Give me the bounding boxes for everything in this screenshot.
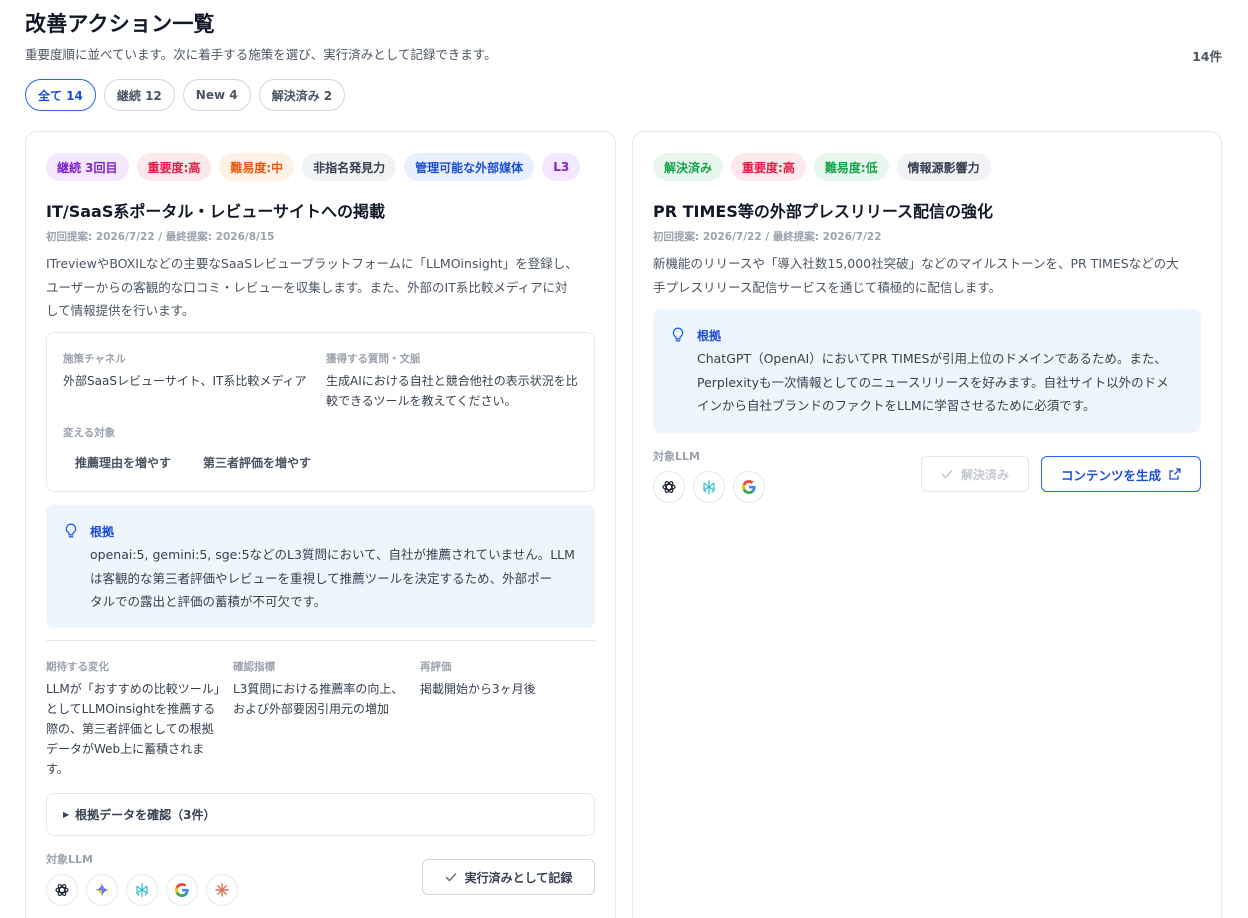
metric-label: 確認指標 (233, 661, 275, 673)
basis-box: 根拠 ChatGPT（OpenAI）においてPR TIMESが引用上位のドメイン… (653, 309, 1201, 433)
filter-all[interactable]: 全て 14 (25, 79, 96, 111)
llm-label: 対象LLM (653, 450, 700, 463)
expected-line: 際の、第三者評価としての根拠 (46, 722, 214, 736)
basis-line: Perplexityも一次情報としてのニュースリリースを好みます。自社サイト以外… (697, 374, 1169, 390)
card-description: 新機能のリリースや「導入社数15,000社突破」などのマイルストーンを、PR T… (653, 252, 1179, 299)
chatgpt-icon (46, 874, 78, 906)
caret-right-icon: ▶ (63, 810, 70, 819)
channel-label: 施策チャネル (63, 353, 126, 365)
generate-content-button[interactable]: コンテンツを生成 (1041, 456, 1201, 492)
filter-bar: 全て 14 継続 12 New 4 解決済み 2 (25, 79, 346, 111)
details-box: 施策チャネル 外部SaaSレビューサイト、IT系比較メディア 獲得する質問・文脈… (46, 332, 595, 492)
basis-line: インから自社ブランドのファクトをLLMに学習させるために必須です。 (697, 398, 1096, 413)
expected-label: 期待する変化 (46, 661, 109, 673)
description-line: 手プレスリリース配信サービスを通じて積極的に配信します。 (653, 279, 1002, 295)
description-line: ITreviewやBOXILなどの主要なSaaSレビュープラットフォームに「LL… (46, 256, 578, 271)
check-icon (445, 872, 457, 882)
review-value: 掲載開始から3ヶ月後 (420, 682, 536, 696)
media-badge: 管理可能な外部媒体 (404, 153, 535, 181)
llm-list (653, 471, 765, 503)
status-badge: 解決済み (653, 153, 724, 181)
basis-text: openai:5, gemini:5, sge:5などのL3質問において、自社が… (90, 543, 575, 614)
llm-list (46, 874, 238, 906)
evidence-toggle-label: 根拠データを確認（3件） (75, 808, 216, 822)
perplexity-icon (126, 874, 158, 906)
expected-line: としてLLMOinsightを推薦する (46, 702, 216, 716)
metric-value: L3質問における推薦率の向上、 および外部要因引用元の増加 (233, 679, 403, 719)
action-card: 解決済み 重要度:高 難易度:低 情報源影響力 PR TIMES等の外部プレスリ… (632, 131, 1222, 918)
lightbulb-icon (65, 523, 77, 538)
basis-title: 根拠 (697, 329, 722, 343)
review-label: 再評価 (420, 661, 452, 673)
external-link-icon (1169, 468, 1181, 480)
google-icon (733, 471, 765, 503)
card-dates: 初回提案: 2026/7/22 / 最終提案: 2026/8/15 (46, 231, 275, 243)
metric-line: L3質問における推薦率の向上、 (233, 682, 404, 696)
description-line: 新機能のリリースや「導入社数15,000社突破」などのマイルストーンを、PR T… (653, 256, 1179, 271)
evidence-toggle[interactable]: ▶ 根拠データを確認（3件） (46, 793, 595, 836)
card-dates: 初回提案: 2026/7/22 / 最終提案: 2026/7/22 (653, 231, 882, 243)
action-card: 継続 3回目 重要度:高 難易度:中 非指名発見力 管理可能な外部媒体 L3 I… (25, 131, 616, 918)
page-title: 改善アクション一覧 (25, 12, 215, 36)
resolved-button[interactable]: 解決済み (921, 456, 1029, 492)
question-value: 生成AIにおける自社と競合他社の表示状況を比 較できるツールを教えてください。 (326, 371, 578, 411)
metric-line: および外部要因引用元の増加 (233, 702, 390, 716)
claude-icon (206, 874, 238, 906)
basis-line: openai:5, gemini:5, sge:5などのL3質問において、自社が… (90, 547, 575, 562)
target-chip: 第三者評価を増やす (203, 456, 312, 470)
card-title: IT/SaaS系ポータル・レビューサイトへの掲載 (46, 202, 386, 221)
priority-badge: 重要度:高 (731, 153, 806, 181)
expected-line: す。 (46, 762, 69, 776)
basis-text: ChatGPT（OpenAI）においてPR TIMESが引用上位のドメインである… (697, 347, 1169, 418)
mark-done-label: 実行済みとして記録 (464, 870, 573, 885)
priority-badge: 重要度:高 (136, 153, 212, 181)
perplexity-icon (693, 471, 725, 503)
page-subtitle: 重要度順に並べています。次に着手する施策を選び、実行済みとして記録できます。 (25, 47, 497, 62)
status-badge: 継続 3回目 (46, 153, 129, 181)
result-count: 14件 (1192, 49, 1222, 64)
basis-box: 根拠 openai:5, gemini:5, sge:5などのL3質問において、… (46, 505, 595, 628)
level-badge: L3 (542, 153, 581, 181)
description-line: ユーザーからの客観的な口コミ・レビューを収集します。また、外部のIT系比較メディ… (46, 279, 568, 295)
card-description: ITreviewやBOXILなどの主要なSaaSレビュープラットフォームに「LL… (46, 252, 578, 323)
resolved-label: 解決済み (960, 467, 1009, 482)
question-line: 生成AIにおける自社と競合他社の表示状況を比 (326, 374, 578, 388)
llm-label: 対象LLM (46, 853, 93, 866)
generate-content-label: コンテンツを生成 (1060, 467, 1161, 483)
filter-new[interactable]: New 4 (182, 79, 251, 111)
expected-line: データがWeb上に蓄積されま (46, 742, 205, 756)
basis-line: は客観的な第三者評価やレビューを重視して推薦ツールを決定するため、外部ポー (90, 570, 553, 586)
difficulty-badge: 難易度:低 (813, 153, 889, 181)
gemini-icon (86, 874, 118, 906)
expected-value: LLMが「おすすめの比較ツール」 としてLLMOinsightを推薦する 際の、… (46, 679, 226, 779)
question-label: 獲得する質問・文脈 (326, 353, 421, 365)
card-title: PR TIMES等の外部プレスリリース配信の強化 (653, 202, 994, 221)
expected-line: LLMが「おすすめの比較ツール」 (46, 682, 226, 696)
basis-title: 根拠 (90, 525, 115, 539)
description-line: して情報提供を行います。 (46, 303, 195, 318)
divider (46, 640, 595, 641)
category-badge: 非指名発見力 (302, 153, 397, 181)
target-chip: 推薦理由を増やす (75, 456, 172, 470)
difficulty-badge: 難易度:中 (219, 153, 295, 181)
lightbulb-icon (672, 327, 684, 342)
tag-list: 継続 3回目 重要度:高 難易度:中 非指名発見力 管理可能な外部媒体 L3 (46, 153, 581, 181)
mark-done-button[interactable]: 実行済みとして記録 (422, 859, 595, 895)
channel-value: 外部SaaSレビューサイト、IT系比較メディア (63, 374, 307, 388)
basis-line: ChatGPT（OpenAI）においてPR TIMESが引用上位のドメインである… (697, 351, 1167, 366)
question-line: 較できるツールを教えてください。 (326, 394, 517, 408)
check-icon (941, 469, 953, 479)
filter-continuing[interactable]: 継続 12 (103, 79, 175, 111)
filter-resolved[interactable]: 解決済み 2 (258, 79, 346, 111)
target-label: 変える対象 (63, 427, 116, 439)
google-icon (166, 874, 198, 906)
tag-list: 解決済み 重要度:高 難易度:低 情報源影響力 (653, 153, 991, 181)
chatgpt-icon (653, 471, 685, 503)
basis-line: タルでの露出と評価の蓄積が不可欠です。 (90, 594, 327, 609)
category-badge: 情報源影響力 (896, 153, 991, 181)
